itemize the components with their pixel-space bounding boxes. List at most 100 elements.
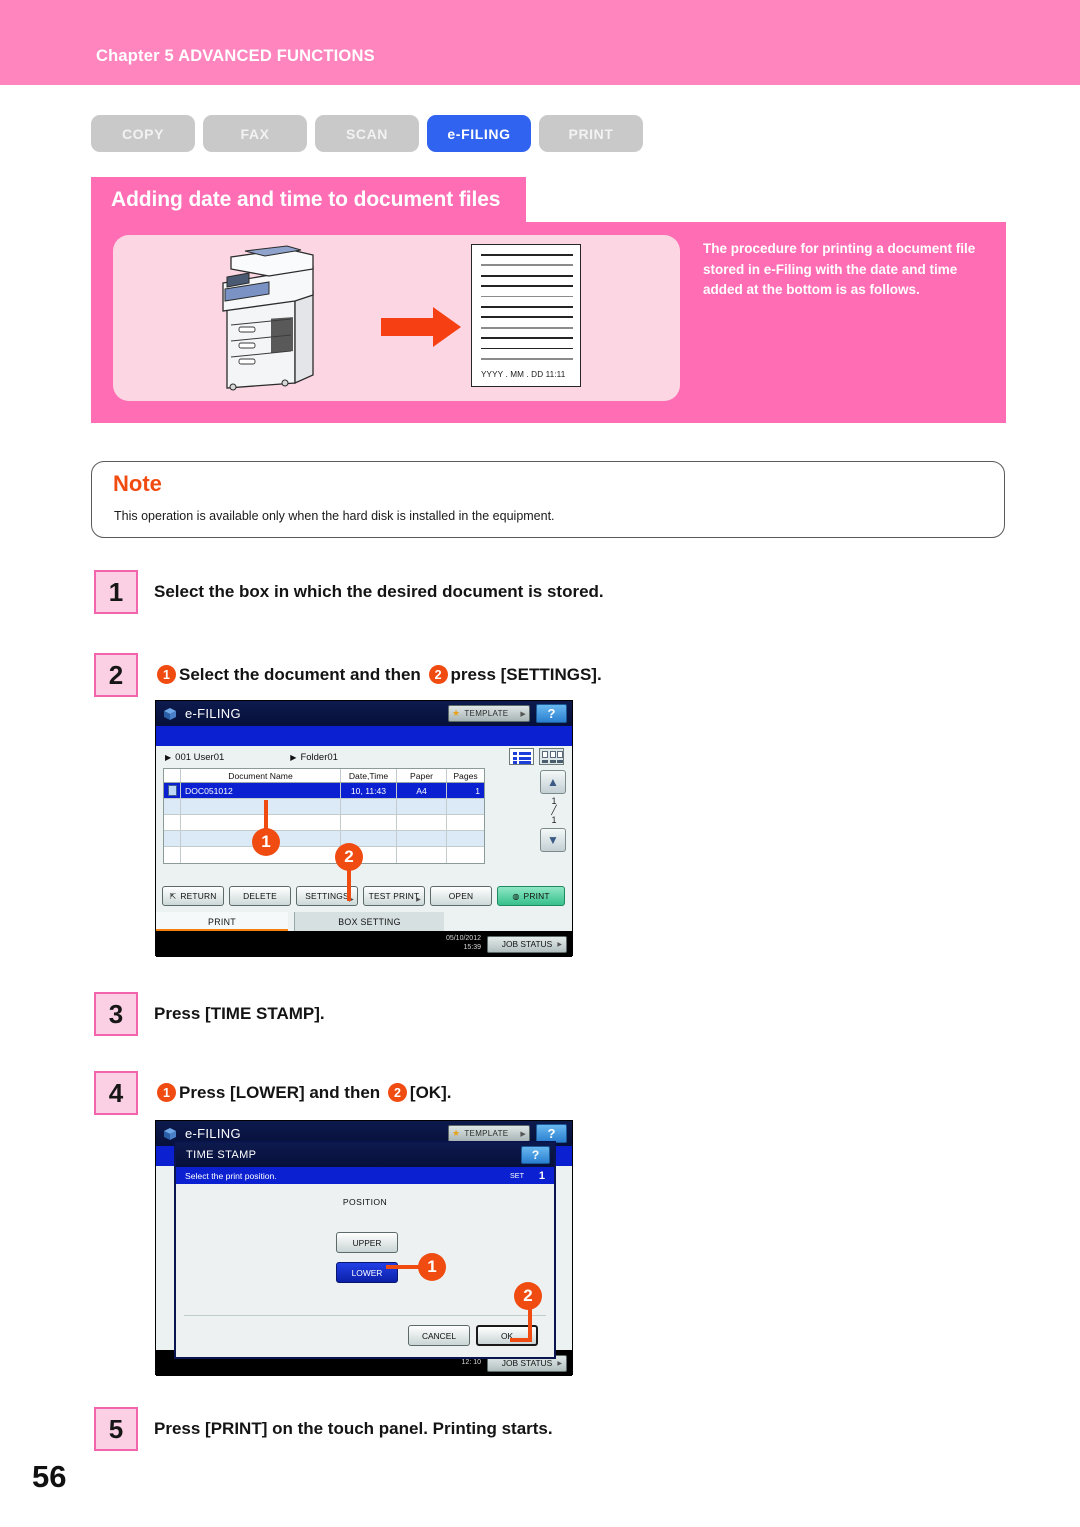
upper-position-button[interactable]: UPPER bbox=[336, 1232, 398, 1253]
scroll-up-icon[interactable]: ▲ bbox=[540, 770, 566, 794]
table-row[interactable] bbox=[164, 847, 484, 863]
touch-panel-time-stamp[interactable]: e-FILING ★ TEMPLATE ▶ ? 12: 10 JOB STATU… bbox=[155, 1120, 573, 1376]
panel2-template-button[interactable]: ★ TEMPLATE ▶ bbox=[448, 1125, 530, 1142]
document-table[interactable]: Document Name Date,Time Paper Pages DOC0… bbox=[163, 768, 485, 864]
scroll-down-icon[interactable]: ▼ bbox=[540, 828, 566, 853]
dialog-divider bbox=[184, 1315, 546, 1316]
row-pages bbox=[447, 799, 484, 814]
job-status-arrow-icon-2: ▶ bbox=[557, 1360, 562, 1367]
dialog-set-value: 1 bbox=[538, 1169, 545, 1182]
row-file-icon bbox=[164, 847, 181, 863]
step-3-text: Press [TIME STAMP]. bbox=[154, 1004, 325, 1023]
test-print-label: TEST PRINT bbox=[368, 891, 420, 901]
table-row[interactable] bbox=[164, 815, 484, 831]
breadcrumb-user[interactable]: ▶ 001 User01 bbox=[165, 752, 224, 763]
list-view-icon[interactable] bbox=[509, 748, 534, 765]
step-1-text: Select the box in which the desired docu… bbox=[154, 582, 604, 601]
feature-description: The procedure for printing a document fi… bbox=[703, 241, 976, 298]
panel1-template-label: TEMPLATE bbox=[464, 709, 509, 718]
tab-box-setting[interactable]: BOX SETTING bbox=[294, 912, 444, 932]
table-row[interactable]: DOC051012 10, 11:43 A4 1 bbox=[164, 783, 484, 799]
panel2-app-title: e-FILING bbox=[185, 1126, 241, 1141]
function-tab-fax[interactable]: FAX bbox=[203, 115, 307, 152]
cancel-button[interactable]: CANCEL bbox=[408, 1325, 470, 1346]
breadcrumb-folder[interactable]: ▶ Folder01 bbox=[290, 752, 338, 763]
panel1-message-bar bbox=[156, 726, 572, 746]
panel1-body: ▶ 001 User01 ▶ Folder01 Document Name Da… bbox=[156, 746, 572, 957]
step-2-badge-1: 1 bbox=[157, 665, 176, 685]
job-status-button[interactable]: JOB STATUS ▶ bbox=[487, 935, 567, 953]
col-icon-header bbox=[164, 769, 181, 782]
row-paper bbox=[397, 831, 447, 846]
row-file-icon bbox=[164, 783, 181, 798]
breadcrumb-folder-label: Folder01 bbox=[300, 751, 338, 763]
row-pages bbox=[447, 831, 484, 846]
table-row[interactable] bbox=[164, 799, 484, 815]
row-file-icon bbox=[164, 815, 181, 830]
return-label: RETURN bbox=[180, 891, 217, 901]
chapter-header-bar: Chapter 5 ADVANCED FUNCTIONS bbox=[0, 0, 1080, 85]
row-file-icon bbox=[164, 831, 181, 846]
panel1-help-button[interactable]: ? bbox=[536, 704, 567, 723]
function-tab-bar: COPY FAX SCAN e-FILING PRINT bbox=[91, 115, 643, 152]
col-document-name: Document Name bbox=[181, 769, 341, 782]
page-number: 56 bbox=[32, 1459, 67, 1494]
panel1-date: 05/10/2012 bbox=[445, 935, 481, 943]
panel1-template-button[interactable]: ★ TEMPLATE ▶ bbox=[448, 705, 530, 722]
step-2-text-part-2: press [SETTINGS]. bbox=[450, 665, 602, 684]
step-4-text-part-2: [OK]. bbox=[409, 1083, 452, 1102]
touch-panel-efiling-list[interactable]: e-FILING ★ TEMPLATE ▶ ? ▶ 001 User01 ▶ F… bbox=[155, 700, 573, 957]
step-3-number: 3 bbox=[94, 992, 138, 1036]
thumbnail-view-icon[interactable] bbox=[539, 748, 564, 765]
step-2-number: 2 bbox=[94, 653, 138, 697]
dialog-help-button[interactable]: ? bbox=[521, 1146, 550, 1164]
return-button[interactable]: ⇱ RETURN bbox=[162, 886, 224, 906]
step-2: 2 1 Select the document and then 2 press [… bbox=[94, 653, 602, 697]
panel1-time: 15:39 bbox=[463, 944, 481, 951]
feature-illustration-area: YYYY . MM . DD 11:11 bbox=[113, 235, 680, 401]
template-star-icon: ★ bbox=[452, 708, 461, 718]
function-tab-scan[interactable]: SCAN bbox=[315, 115, 419, 152]
panel1-tab-strip: PRINT BOX SETTING bbox=[156, 912, 572, 932]
page-timestamp-text: YYYY . MM . DD 11:11 bbox=[481, 370, 566, 379]
callout-2-panel1: 2 bbox=[335, 843, 363, 871]
function-tab-efiling[interactable]: e-FILING bbox=[427, 115, 531, 152]
step-4-badge-2: 2 bbox=[387, 1083, 407, 1103]
job-status-arrow-icon: ▶ bbox=[557, 941, 562, 948]
feature-title-tag: Adding date and time to document files bbox=[91, 177, 527, 222]
step-1-number: 1 bbox=[94, 570, 138, 614]
row-date-time bbox=[341, 799, 397, 814]
document-table-header: Document Name Date,Time Paper Pages bbox=[164, 769, 484, 783]
scroll-page-total: 1 bbox=[551, 814, 557, 825]
test-print-button[interactable]: TEST PRINT ▶ bbox=[363, 886, 425, 906]
function-tab-print[interactable]: PRINT bbox=[539, 115, 643, 152]
col-date-time: Date,Time bbox=[341, 769, 397, 782]
panel2-datetime: 12: 10 bbox=[462, 1359, 481, 1368]
row-file-icon bbox=[164, 799, 181, 814]
step-4-badge-1: 1 bbox=[157, 1083, 176, 1103]
test-print-submenu-arrow-icon: ▶ bbox=[416, 897, 421, 903]
print-button[interactable]: ◍ PRINT bbox=[497, 886, 565, 906]
delete-button[interactable]: DELETE bbox=[229, 886, 291, 906]
dialog-title-bar: TIME STAMP ? bbox=[176, 1143, 554, 1167]
callout-1-panel2: 1 bbox=[418, 1253, 446, 1281]
panel1-scroll-controls: ▲ 1 ╱ 1 ▼ bbox=[540, 770, 568, 853]
step-2-text-part-1: Select the document and then bbox=[179, 665, 426, 684]
table-row[interactable] bbox=[164, 831, 484, 847]
step-5: 5 Press [PRINT] on the touch panel. Prin… bbox=[94, 1407, 553, 1451]
row-paper bbox=[397, 799, 447, 814]
template-submenu-arrow-icon-2: ▶ bbox=[520, 1130, 526, 1138]
open-button[interactable]: OPEN bbox=[430, 886, 492, 906]
note-text: This operation is available only when th… bbox=[114, 509, 555, 523]
row-paper bbox=[397, 847, 447, 863]
row-date-time: 10, 11:43 bbox=[341, 783, 397, 798]
document-file-icon bbox=[167, 785, 177, 796]
time-stamp-dialog[interactable]: TIME STAMP ? Select the print position. … bbox=[174, 1141, 556, 1359]
col-paper: Paper bbox=[397, 769, 447, 782]
step-4-text-part-1: Press [LOWER] and then bbox=[179, 1083, 385, 1102]
function-tab-copy[interactable]: COPY bbox=[91, 115, 195, 152]
note-title: Note bbox=[113, 471, 162, 496]
panel1-title-bar: e-FILING ★ TEMPLATE ▶ ? bbox=[156, 701, 572, 726]
step-3: 3 Press [TIME STAMP]. bbox=[94, 992, 325, 1036]
callout-1-panel1: 1 bbox=[252, 828, 280, 856]
